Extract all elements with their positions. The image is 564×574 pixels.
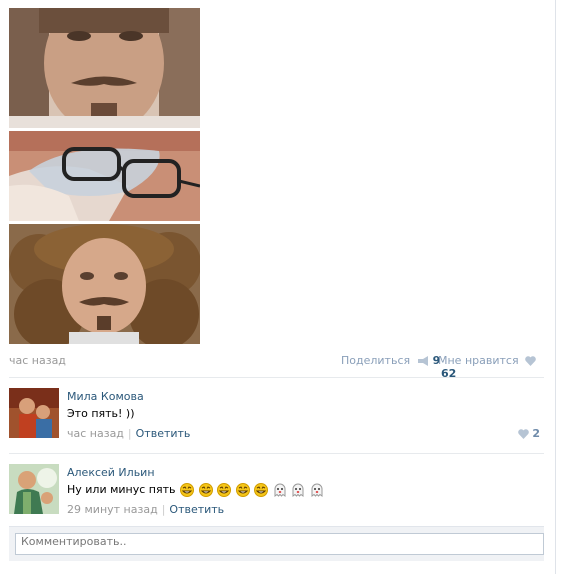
avatar[interactable] <box>9 388 59 438</box>
grin-emoji-icon <box>254 483 268 497</box>
post-time[interactable]: час назад <box>9 354 66 367</box>
comment-time[interactable]: 29 минут назад <box>67 503 158 516</box>
ghost-emoji-icon <box>311 483 322 497</box>
footer-separator: | <box>127 427 132 440</box>
comment-footer: 29 минут назад | Ответить <box>67 503 224 516</box>
megaphone-icon <box>417 356 428 366</box>
ghost-emoji-icon <box>274 483 285 497</box>
comment-author[interactable]: Алексей Ильин <box>67 466 155 479</box>
post-photo-glasses[interactable] <box>9 131 200 221</box>
comment-text-body: Ну или минус пять <box>67 483 176 496</box>
comment-like-button[interactable]: 2 <box>517 427 540 440</box>
comment-item: Мила Комова Это пять! )) час назад | Ответ… <box>9 388 544 444</box>
comment-footer: час назад | Ответить <box>67 427 190 440</box>
grin-emoji-icon <box>198 483 213 497</box>
heart-icon <box>525 356 536 366</box>
post-photo-curly-man[interactable] <box>9 224 200 344</box>
divider <box>9 377 544 378</box>
emoji-row <box>179 483 324 497</box>
comment-text: Ну или минус пять <box>67 483 324 497</box>
reply-button[interactable]: Ответить <box>169 503 224 516</box>
reply-button[interactable]: Ответить <box>136 427 191 440</box>
comment-author[interactable]: Мила Комова <box>67 390 144 403</box>
share-label: Поделиться <box>341 354 411 367</box>
comment-like-count: 2 <box>532 427 540 440</box>
grin-emoji-icon <box>235 483 250 497</box>
page-right-border <box>555 0 556 574</box>
grin-emoji-icon <box>180 483 194 497</box>
footer-separator: | <box>161 503 166 516</box>
avatar[interactable] <box>9 464 59 514</box>
comment-time[interactable]: час назад <box>67 427 124 440</box>
comment-input[interactable]: Комментировать.. <box>15 533 544 555</box>
like-count: 62 <box>441 367 457 380</box>
heart-icon <box>517 429 529 439</box>
like-label: Мне нравится <box>438 354 519 367</box>
comment-text: Это пять! )) <box>67 407 135 420</box>
grin-emoji-icon <box>217 483 231 497</box>
comment-form: Комментировать.. <box>9 526 544 561</box>
ghost-emoji-icon <box>292 483 304 497</box>
post-photo-face[interactable] <box>9 8 200 128</box>
divider <box>9 453 544 454</box>
comment-item: Алексей Ильин Ну или минус пять 29 минут… <box>9 464 544 520</box>
share-button[interactable]: Поделиться 9 <box>341 354 440 367</box>
post-meta-row: час назад Поделиться 9 Мне нравится 62 <box>9 352 544 380</box>
